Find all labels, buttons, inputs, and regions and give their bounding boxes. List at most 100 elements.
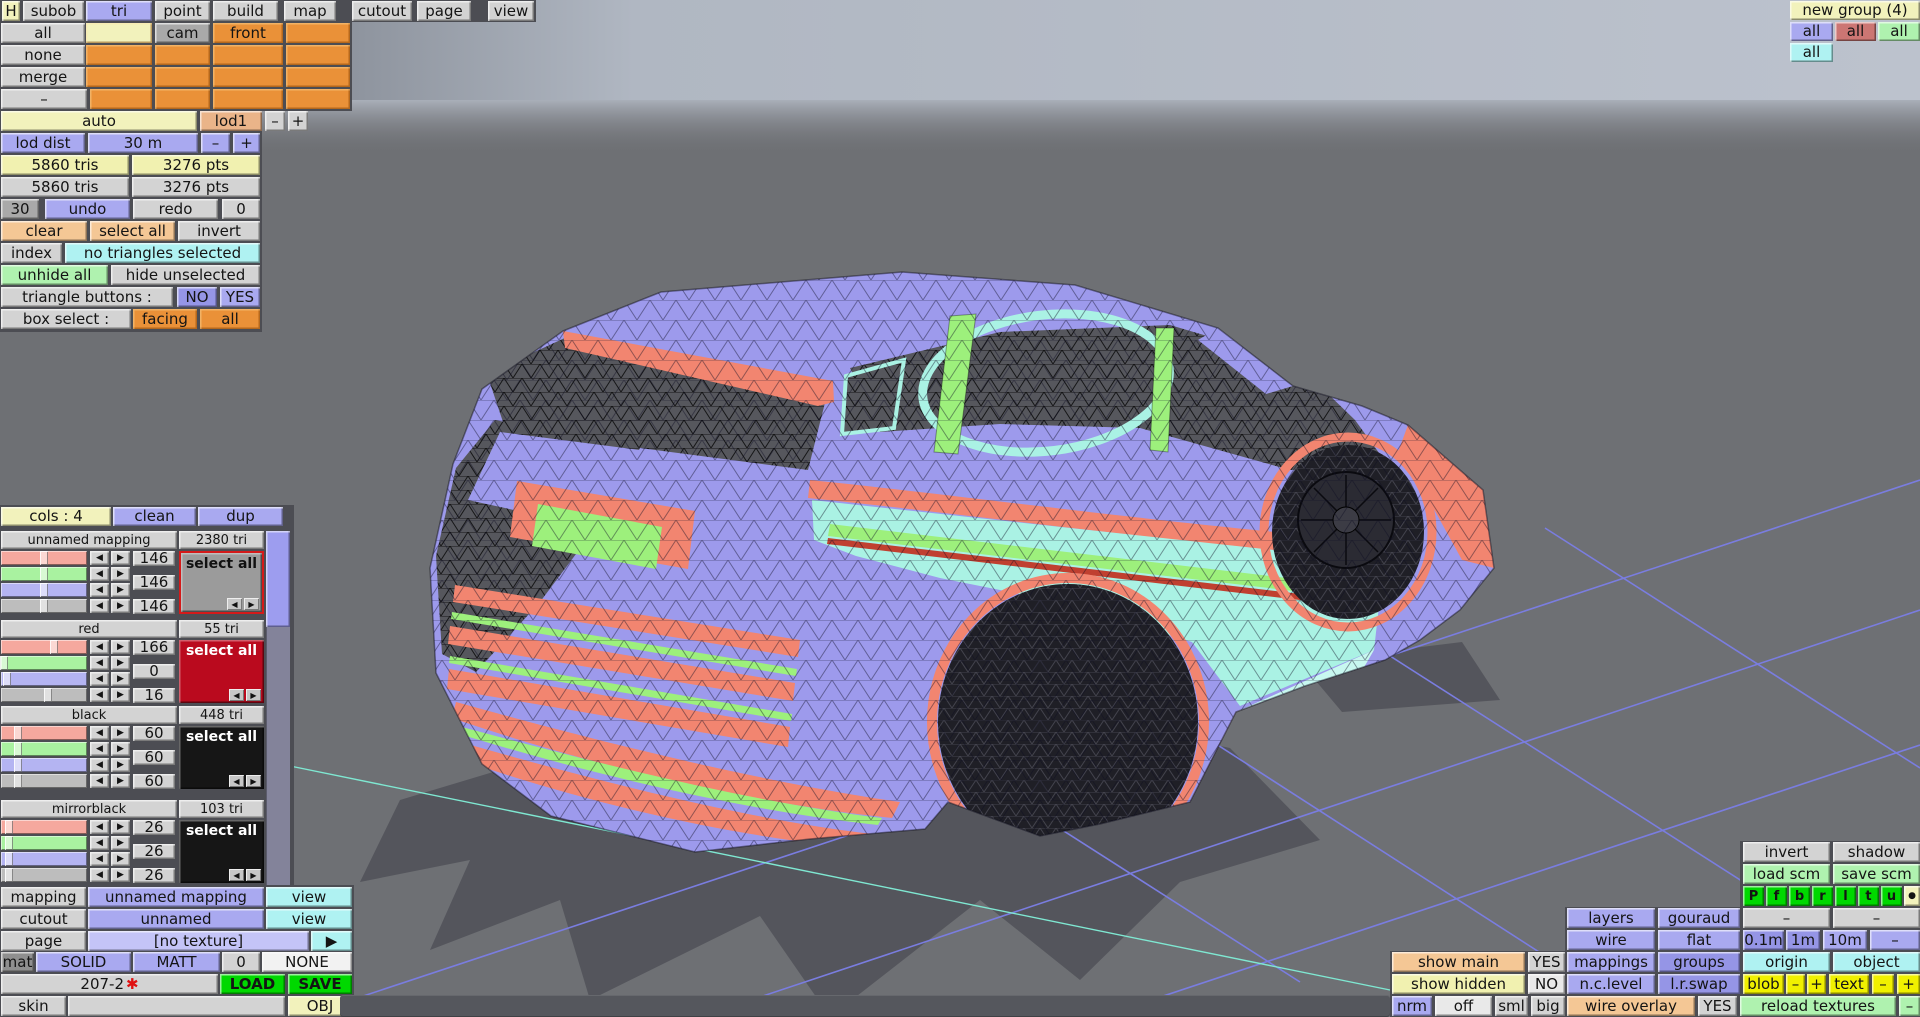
material-select-all-button[interactable]: select all ◀ ▶ bbox=[179, 640, 264, 703]
menu-view-button[interactable]: view bbox=[488, 1, 534, 21]
slider-left-arrow[interactable]: ◀ bbox=[90, 567, 109, 581]
prev-material-icon[interactable]: ◀ bbox=[227, 598, 242, 610]
slider-handle[interactable] bbox=[4, 836, 13, 850]
reload-textures-button[interactable]: reload textures bbox=[1740, 996, 1896, 1016]
slider-right-arrow[interactable]: ▶ bbox=[111, 726, 130, 740]
mappings-button[interactable]: mappings bbox=[1567, 952, 1655, 972]
slider-left-arrow[interactable]: ◀ bbox=[90, 774, 109, 788]
slider-left-arrow[interactable]: ◀ bbox=[90, 852, 109, 866]
lod-dist-value[interactable]: 30 m bbox=[88, 133, 198, 153]
mat-solid-button[interactable]: SOLID bbox=[36, 952, 131, 972]
view-under-button[interactable]: u bbox=[1881, 886, 1902, 906]
show-hidden-button[interactable]: show hidden bbox=[1392, 974, 1525, 994]
box-select-facing[interactable]: facing bbox=[133, 309, 197, 329]
text-button[interactable]: text bbox=[1829, 974, 1869, 994]
subobject-cell[interactable] bbox=[286, 23, 350, 43]
subobject-cell[interactable] bbox=[213, 67, 283, 87]
lod1-button[interactable]: lod1 bbox=[200, 111, 262, 131]
slider-left-arrow[interactable]: ◀ bbox=[90, 820, 109, 834]
wire-overlay-button[interactable]: wire overlay bbox=[1567, 996, 1695, 1016]
slider-handle[interactable] bbox=[40, 551, 48, 565]
merge-button[interactable]: merge bbox=[1, 67, 85, 87]
normals-button[interactable]: nrm bbox=[1392, 996, 1432, 1016]
subobject-cell[interactable] bbox=[86, 45, 152, 65]
slider-right-arrow[interactable]: ▶ bbox=[111, 758, 130, 772]
layers-button[interactable]: layers bbox=[1567, 908, 1655, 928]
slider-right-arrow[interactable]: ▶ bbox=[111, 656, 130, 670]
groups-button[interactable]: groups bbox=[1658, 952, 1740, 972]
next-material-icon[interactable]: ▶ bbox=[246, 689, 261, 701]
normals-small-button[interactable]: sml bbox=[1495, 996, 1528, 1016]
subobject-cell[interactable] bbox=[286, 67, 350, 87]
slider-handle[interactable] bbox=[44, 688, 53, 702]
box-select-all[interactable]: all bbox=[200, 309, 260, 329]
slider-right-arrow[interactable]: ▶ bbox=[111, 820, 130, 834]
slider-handle[interactable] bbox=[14, 758, 23, 772]
green-slider[interactable] bbox=[1, 567, 87, 581]
select-all-subob-button[interactable]: all bbox=[1, 23, 85, 43]
grid-dash-button[interactable]: – bbox=[1870, 930, 1920, 950]
object-button[interactable]: object bbox=[1833, 952, 1920, 972]
subobject-cell[interactable] bbox=[155, 67, 210, 87]
view-perspective-button[interactable]: P bbox=[1743, 886, 1764, 906]
blob-button[interactable]: blob bbox=[1743, 974, 1784, 994]
view-top-button[interactable]: t bbox=[1858, 886, 1879, 906]
minus-button[interactable]: – bbox=[1, 89, 87, 109]
material-select-all-button[interactable]: select all ◀ ▶ bbox=[179, 551, 264, 614]
new-group-button[interactable]: new group (4) bbox=[1790, 1, 1920, 20]
view-back-button[interactable]: b bbox=[1789, 886, 1810, 906]
slider-handle[interactable] bbox=[0, 656, 8, 670]
menu-build-button[interactable]: build bbox=[213, 1, 278, 21]
next-material-icon[interactable]: ▶ bbox=[246, 869, 261, 881]
slider-handle[interactable] bbox=[4, 868, 13, 882]
origin-button[interactable]: origin bbox=[1743, 952, 1830, 972]
cols-count[interactable]: cols : 4 bbox=[1, 507, 111, 526]
slider-handle[interactable] bbox=[4, 820, 13, 834]
subobject-cell[interactable] bbox=[286, 89, 350, 109]
save-button[interactable]: SAVE bbox=[288, 974, 352, 994]
subobject-cell[interactable] bbox=[90, 89, 152, 109]
front-cell[interactable]: front bbox=[213, 23, 283, 43]
menu-map-button[interactable]: map bbox=[284, 1, 336, 21]
redo-button[interactable]: redo bbox=[133, 199, 218, 219]
show-main-value[interactable]: YES bbox=[1528, 952, 1565, 972]
slider-right-arrow[interactable]: ▶ bbox=[111, 567, 130, 581]
mat-zero-value[interactable]: 0 bbox=[222, 952, 260, 972]
mat-none-value[interactable]: NONE bbox=[262, 952, 352, 972]
dash-button[interactable]: – bbox=[1833, 908, 1920, 928]
normals-big-button[interactable]: big bbox=[1531, 996, 1565, 1016]
menu-point-button[interactable]: point bbox=[155, 1, 210, 21]
slider-right-arrow[interactable]: ▶ bbox=[111, 551, 130, 565]
subobject-cell[interactable] bbox=[155, 89, 210, 109]
red-slider[interactable] bbox=[1, 551, 87, 565]
show-main-button[interactable]: show main bbox=[1392, 952, 1525, 972]
slider-handle[interactable] bbox=[14, 774, 23, 788]
slider-left-arrow[interactable]: ◀ bbox=[90, 688, 109, 702]
blue-slider[interactable] bbox=[1, 672, 87, 686]
page-next-icon[interactable]: ▶ bbox=[311, 931, 352, 951]
blob-plus-button[interactable]: + bbox=[1807, 974, 1826, 994]
select-all-button[interactable]: select all bbox=[90, 221, 175, 241]
slider-right-arrow[interactable]: ▶ bbox=[111, 672, 130, 686]
mat-matt-button[interactable]: MATT bbox=[133, 952, 220, 972]
next-material-icon[interactable]: ▶ bbox=[244, 598, 259, 610]
slider-handle[interactable] bbox=[40, 599, 48, 613]
load-button[interactable]: LOAD bbox=[220, 974, 285, 994]
cutout-view-button[interactable]: view bbox=[266, 909, 352, 929]
lod-dist-minus-button[interactable]: – bbox=[201, 133, 230, 153]
slider-left-arrow[interactable]: ◀ bbox=[90, 758, 109, 772]
slider-left-arrow[interactable]: ◀ bbox=[90, 599, 109, 613]
material-select-all-button[interactable]: select all ◀ ▶ bbox=[179, 726, 264, 789]
mapping-view-button[interactable]: view bbox=[266, 887, 352, 907]
slider-left-arrow[interactable]: ◀ bbox=[90, 836, 109, 850]
slider-right-arrow[interactable]: ▶ bbox=[111, 583, 130, 597]
hide-unselected-button[interactable]: hide unselected bbox=[111, 265, 260, 285]
group-all-red-button[interactable]: all bbox=[1835, 22, 1876, 41]
flat-button[interactable]: flat bbox=[1658, 930, 1740, 950]
lod-plus-button[interactable]: + bbox=[288, 111, 308, 131]
material-name[interactable]: red bbox=[1, 620, 177, 638]
load-scm-button[interactable]: load scm bbox=[1743, 864, 1830, 884]
slider-left-arrow[interactable]: ◀ bbox=[90, 742, 109, 756]
slider-right-arrow[interactable]: ▶ bbox=[111, 868, 130, 882]
slider-left-arrow[interactable]: ◀ bbox=[90, 640, 109, 654]
